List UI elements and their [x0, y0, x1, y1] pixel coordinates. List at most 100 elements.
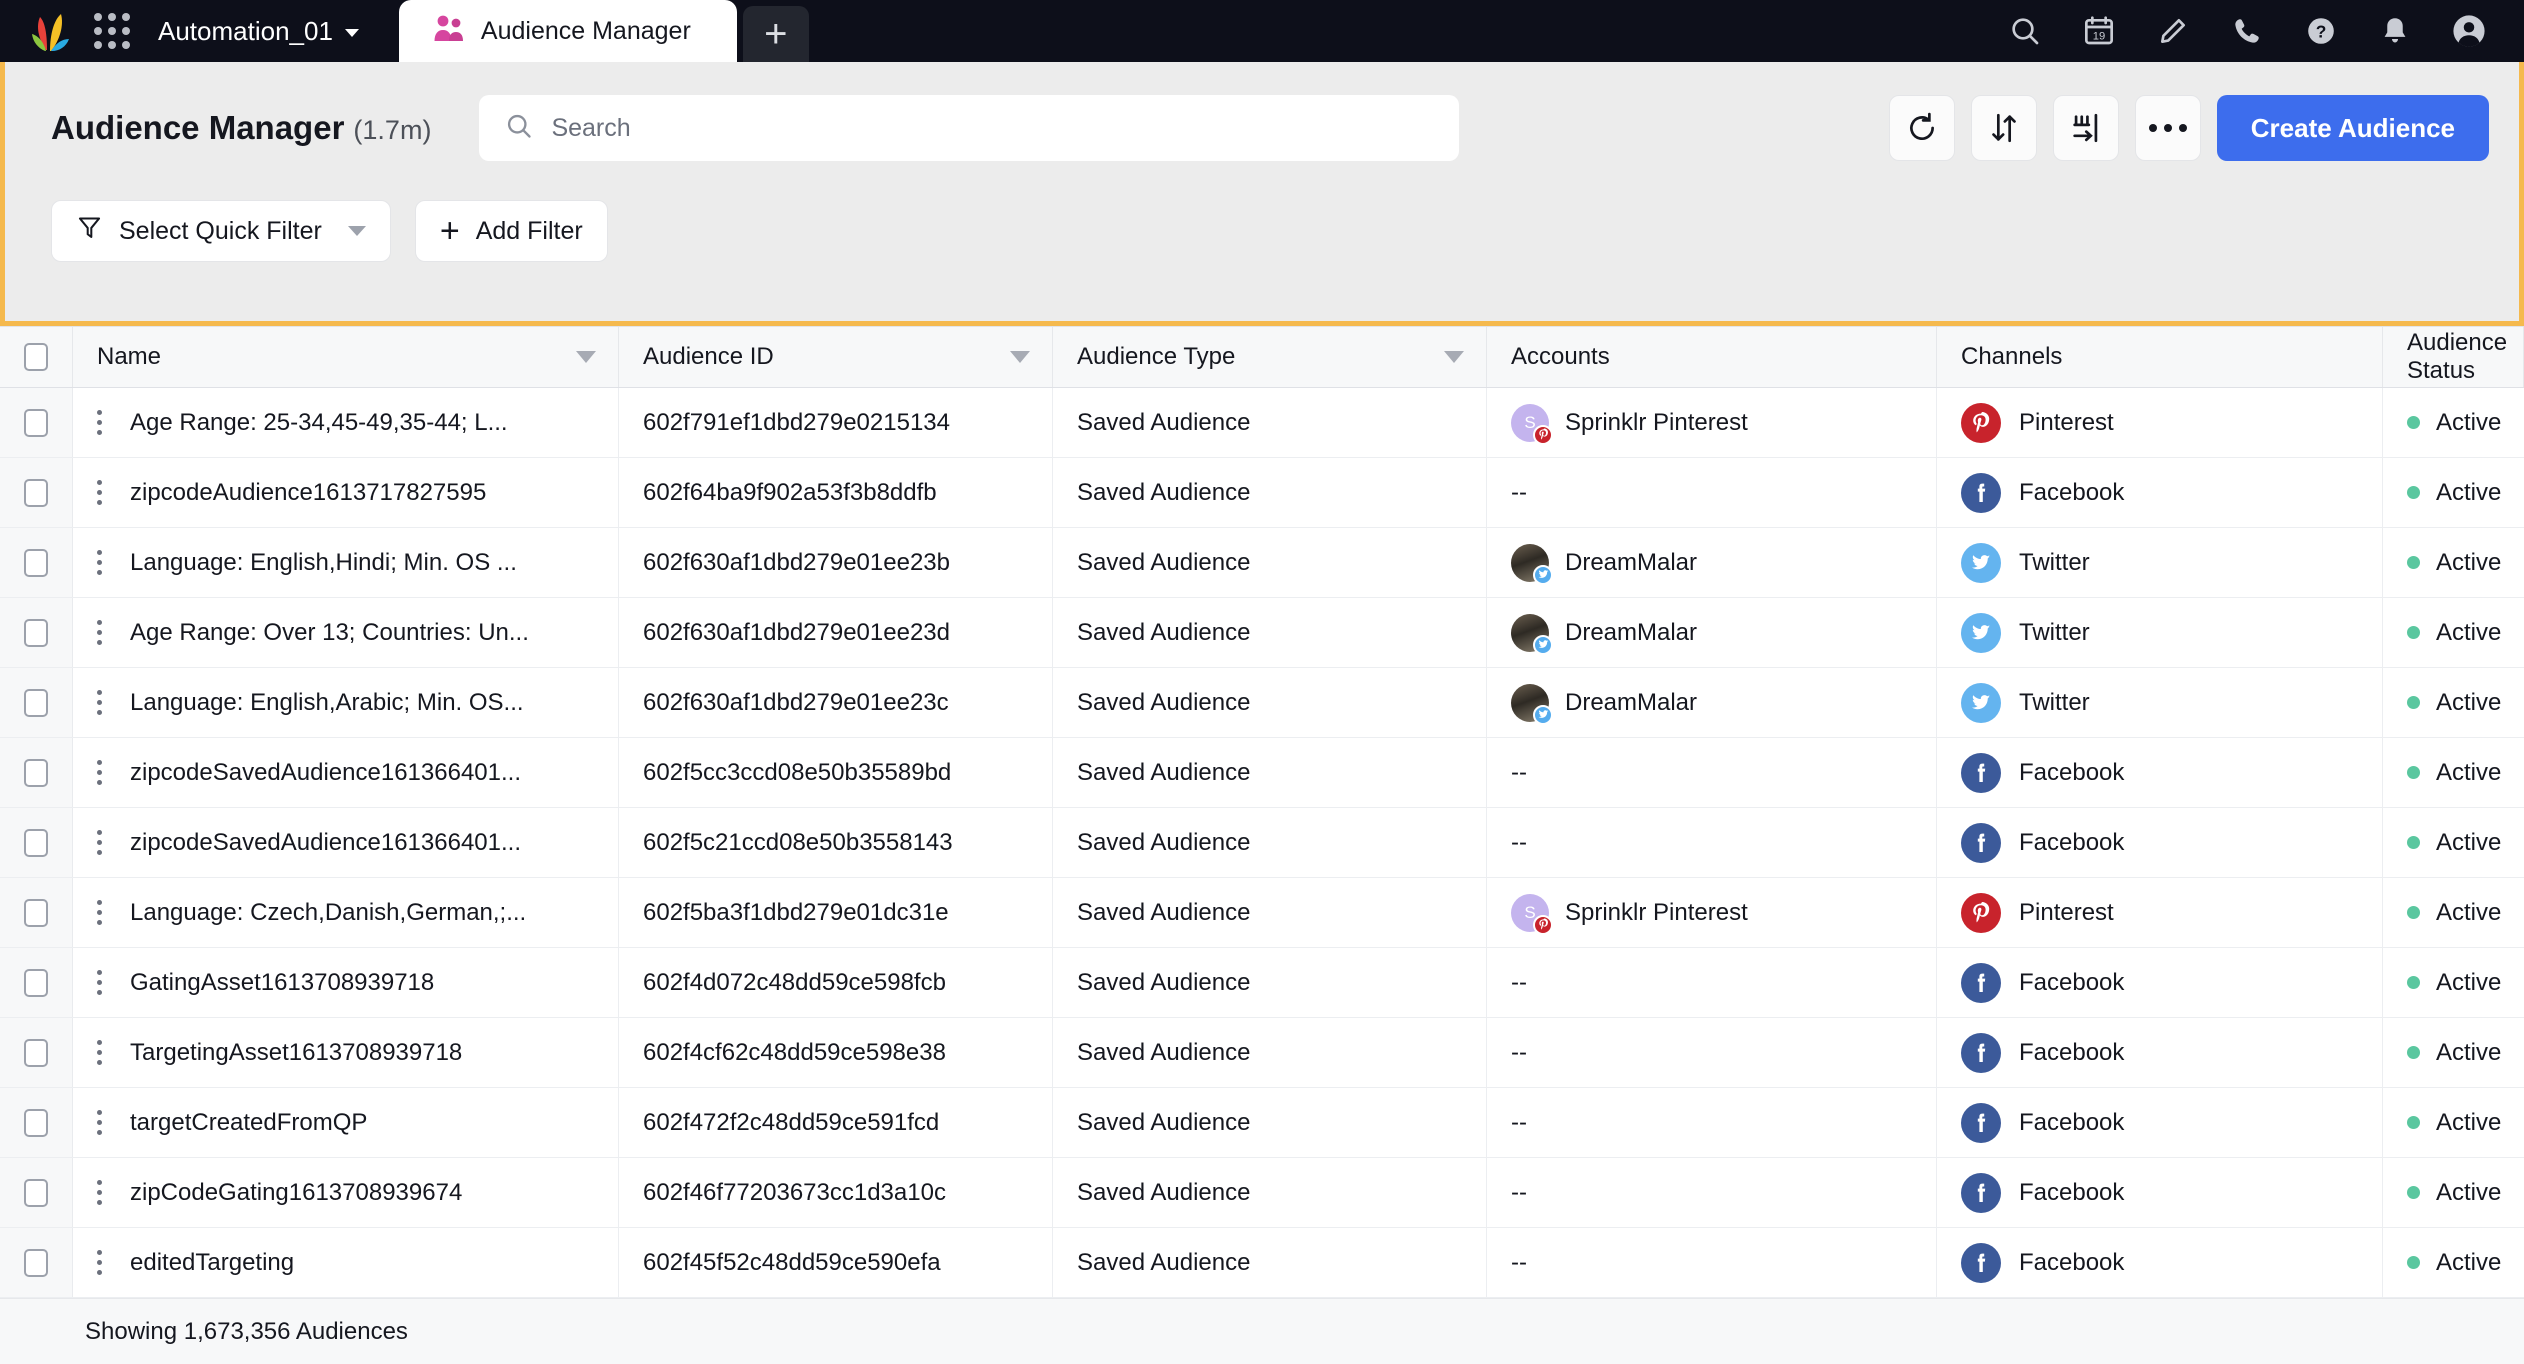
help-icon[interactable]: ? — [2304, 14, 2338, 48]
table-row[interactable]: Language: English,Arabic; Min. OS... 602f… — [0, 668, 2524, 738]
column-header-audience-type[interactable]: Audience Type — [1053, 327, 1487, 387]
add-filter-button[interactable]: + Add Filter — [414, 200, 608, 262]
sort-caret-icon[interactable] — [1444, 351, 1464, 363]
row-actions-menu-icon[interactable] — [91, 406, 108, 439]
cell-account: -- — [1487, 738, 1937, 807]
audience-name[interactable]: zipCodeGating1613708939674 — [130, 1179, 462, 1207]
bell-icon[interactable] — [2378, 14, 2412, 48]
audience-name[interactable]: editedTargeting — [130, 1249, 294, 1277]
more-options-button[interactable] — [2134, 95, 2201, 161]
audience-name[interactable]: TargetingAsset1613708939718 — [130, 1039, 462, 1067]
table-row[interactable]: GatingAsset1613708939718 602f4d072c48dd59… — [0, 948, 2524, 1018]
pencil-icon[interactable] — [2156, 14, 2190, 48]
row-actions-menu-icon[interactable] — [91, 1176, 108, 1209]
channel-name: Twitter — [2019, 618, 2090, 646]
workspace-selector[interactable]: Automation_01 — [158, 16, 359, 47]
cell-status: Active — [2383, 948, 2524, 1017]
column-header-channels[interactable]: Channels — [1937, 327, 2383, 387]
table-row[interactable]: Age Range: Over 13; Countries: Un... 602f… — [0, 598, 2524, 668]
refresh-button[interactable] — [1888, 95, 1955, 161]
select-quick-filter-dropdown[interactable]: Select Quick Filter — [51, 200, 391, 262]
row-checkbox[interactable] — [24, 618, 48, 647]
cell-name: editedTargeting — [73, 1228, 619, 1297]
column-header-name[interactable]: Name — [73, 327, 619, 387]
row-actions-menu-icon[interactable] — [91, 896, 108, 929]
status-dot-icon — [2407, 1116, 2420, 1129]
search-icon[interactable] — [2008, 14, 2042, 48]
audience-name[interactable]: Age Range: 25-34,45-49,35-44; L... — [130, 409, 508, 437]
audience-name[interactable]: zipcodeAudience1613717827595 — [130, 479, 486, 507]
table-row[interactable]: Language: Czech,Danish,German,;... 602f5b… — [0, 878, 2524, 948]
column-header-accounts[interactable]: Accounts — [1487, 327, 1937, 387]
audience-name[interactable]: Language: English,Hindi; Min. OS ... — [130, 549, 517, 577]
cell-name: GatingAsset1613708939718 — [73, 948, 619, 1017]
audience-name[interactable]: zipcodeSavedAudience161366401... — [130, 829, 521, 857]
row-checkbox[interactable] — [24, 758, 48, 787]
table-row[interactable]: Age Range: 25-34,45-49,35-44; L... 602f79… — [0, 388, 2524, 458]
table-row[interactable]: TargetingAsset1613708939718 602f4cf62c48d… — [0, 1018, 2524, 1088]
row-actions-menu-icon[interactable] — [91, 966, 108, 999]
tab-audience-manager[interactable]: Audience Manager — [398, 0, 737, 62]
table-row[interactable]: targetCreatedFromQP 602f472f2c48dd59ce591… — [0, 1088, 2524, 1158]
facebook-icon — [1961, 822, 2001, 863]
audience-name[interactable]: targetCreatedFromQP — [130, 1109, 367, 1137]
row-checkbox[interactable] — [24, 408, 48, 437]
row-checkbox[interactable] — [24, 828, 48, 857]
row-actions-menu-icon[interactable] — [91, 476, 108, 509]
app-grid-icon[interactable] — [94, 13, 130, 49]
sprinklr-logo[interactable] — [28, 10, 72, 52]
row-checkbox[interactable] — [24, 478, 48, 507]
tab-label: Audience Manager — [480, 16, 691, 45]
audience-name[interactable]: GatingAsset1613708939718 — [130, 969, 434, 997]
calendar-icon[interactable]: 19 — [2082, 14, 2116, 48]
avatar-icon[interactable] — [2452, 14, 2486, 48]
chevron-down-icon — [347, 226, 366, 236]
row-actions-menu-icon[interactable] — [91, 1106, 108, 1139]
row-actions-menu-icon[interactable] — [91, 756, 108, 789]
status-label: Active — [2436, 408, 2502, 436]
row-actions-menu-icon[interactable] — [91, 826, 108, 859]
row-actions-menu-icon[interactable] — [91, 686, 108, 719]
row-checkbox[interactable] — [24, 898, 48, 927]
audience-name[interactable]: Language: English,Arabic; Min. OS... — [130, 689, 524, 717]
audience-name[interactable]: zipcodeSavedAudience161366401... — [130, 759, 521, 787]
table-row[interactable]: editedTargeting 602f45f52c48dd59ce590efa S… — [0, 1228, 2524, 1298]
search-input[interactable]: Search — [479, 95, 1460, 161]
phone-icon[interactable] — [2230, 14, 2264, 48]
sort-caret-icon[interactable] — [1010, 351, 1030, 363]
avatar — [1511, 543, 1553, 585]
row-actions-menu-icon[interactable] — [91, 1246, 108, 1279]
table-row[interactable]: zipcodeSavedAudience161366401... 602f5c21… — [0, 808, 2524, 878]
row-checkbox[interactable] — [24, 1108, 48, 1137]
row-checkbox[interactable] — [24, 548, 48, 577]
column-header-audience-status[interactable]: Audience Status — [2383, 327, 2524, 387]
table-row[interactable]: Language: English,Hindi; Min. OS ... 602f… — [0, 528, 2524, 598]
audience-name[interactable]: Age Range: Over 13; Countries: Un... — [130, 619, 529, 647]
row-checkbox[interactable] — [24, 688, 48, 717]
table-row[interactable]: zipcodeAudience1613717827595 602f64ba9f90… — [0, 458, 2524, 528]
cell-audience-type: Saved Audience — [1053, 1018, 1487, 1087]
cell-channel: Facebook — [1937, 948, 2383, 1017]
channel-name: Facebook — [2019, 478, 2125, 506]
table-row[interactable]: zipcodeSavedAudience161366401... 602f5cc3… — [0, 738, 2524, 808]
table-row[interactable]: zipCodeGating1613708939674 602f46f7720367… — [0, 1158, 2524, 1228]
row-checkbox[interactable] — [24, 1248, 48, 1277]
select-all-checkbox[interactable] — [24, 343, 48, 371]
create-audience-button[interactable]: Create Audience — [2216, 95, 2489, 161]
row-checkbox[interactable] — [24, 1178, 48, 1207]
row-select-cell — [0, 948, 73, 1017]
new-tab-button[interactable]: + — [742, 6, 809, 62]
row-checkbox[interactable] — [24, 968, 48, 997]
column-header-audience-id[interactable]: Audience ID — [619, 327, 1053, 387]
sort-caret-icon[interactable] — [576, 351, 596, 363]
row-actions-menu-icon[interactable] — [91, 616, 108, 649]
sort-button[interactable] — [1970, 95, 2037, 161]
audience-name[interactable]: Language: Czech,Danish,German,;... — [130, 899, 526, 927]
row-checkbox[interactable] — [24, 1038, 48, 1067]
row-select-cell — [0, 528, 73, 597]
column-settings-button[interactable] — [2052, 95, 2119, 161]
row-actions-menu-icon[interactable] — [91, 546, 108, 579]
row-actions-menu-icon[interactable] — [91, 1036, 108, 1069]
channel-name: Facebook — [2019, 968, 2125, 996]
account-name: -- — [1511, 758, 1527, 786]
